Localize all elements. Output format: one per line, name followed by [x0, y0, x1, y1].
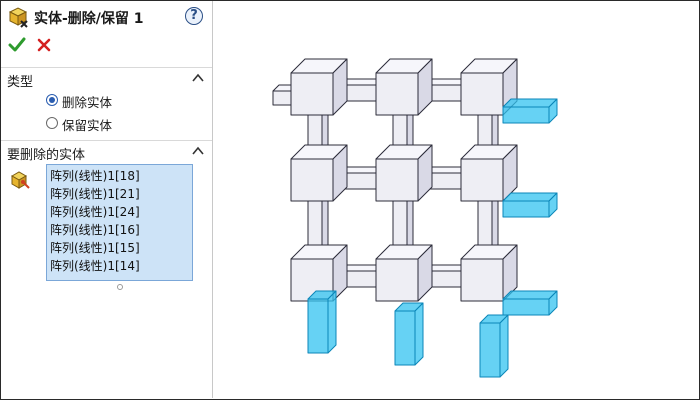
selected-arm-right-2-top[interactable]: [502, 290, 558, 300]
graphics-viewport[interactable]: [213, 1, 698, 398]
selected-arm-right-0-front[interactable]: [502, 106, 550, 124]
bodies-section-title: 要删除的实体: [7, 148, 86, 163]
selected-leg-0-side[interactable]: [327, 290, 337, 354]
solid-bodies-icon: [10, 171, 30, 189]
list-item[interactable]: 阵列(线性)1[16]: [50, 221, 140, 238]
collapse-chevron-icon[interactable]: [192, 73, 204, 83]
cube-3-front[interactable]: [290, 158, 334, 202]
cube-5-front[interactable]: [460, 158, 504, 202]
help-icon[interactable]: ?: [185, 7, 203, 25]
selected-arm-right-1-top[interactable]: [502, 192, 558, 202]
list-item[interactable]: 阵列(线性)1[21]: [50, 185, 140, 202]
cube-8-front[interactable]: [460, 258, 504, 302]
type-section-title: 类型: [7, 75, 34, 90]
selected-leg-0-front[interactable]: [307, 298, 329, 354]
list-item[interactable]: 阵列(线性)1[18]: [50, 167, 140, 184]
ok-check-icon[interactable]: [8, 36, 26, 54]
selected-arm-right-1-front[interactable]: [502, 200, 550, 218]
selected-leg-2-front[interactable]: [479, 322, 501, 378]
cube-2-front[interactable]: [460, 72, 504, 116]
list-resize-handle[interactable]: [117, 284, 123, 290]
radio-button[interactable]: [46, 117, 58, 129]
cube-4-front[interactable]: [375, 158, 419, 202]
bodies-section-header[interactable]: 要删除的实体: [1, 140, 212, 163]
collapse-chevron-icon[interactable]: [192, 146, 204, 156]
radio-label-keep: 保留实体: [62, 118, 113, 133]
list-item[interactable]: 阵列(线性)1[14]: [50, 257, 140, 274]
feature-icon: [8, 7, 28, 28]
feature-title: 实体-删除/保留 1: [34, 11, 144, 27]
selected-leg-1-side[interactable]: [414, 302, 424, 366]
selected-leg-2-side[interactable]: [499, 314, 509, 378]
radio-label-delete: 删除实体: [62, 95, 113, 110]
cube-1-front[interactable]: [375, 72, 419, 116]
list-item[interactable]: 阵列(线性)1[15]: [50, 239, 140, 256]
selected-arm-right-0-top[interactable]: [502, 98, 558, 108]
bodies-selection-list[interactable]: 阵列(线性)1[18] 阵列(线性)1[21] 阵列(线性)1[24] 阵列(线…: [46, 164, 193, 281]
cube-0-front[interactable]: [290, 72, 334, 116]
selected-leg-1-front[interactable]: [394, 310, 416, 366]
cancel-x-icon[interactable]: [36, 37, 52, 53]
feature-header: 实体-删除/保留 1 ?: [1, 1, 212, 33]
cube-7-front[interactable]: [375, 258, 419, 302]
radio-button-selected[interactable]: [46, 94, 58, 106]
type-section-header[interactable]: 类型: [1, 67, 212, 90]
property-manager-panel: 实体-删除/保留 1 ? 类型 删除实体 保留实体 要删除的实体 阵列(线性)1…: [1, 1, 213, 398]
model-lattice[interactable]: [213, 1, 698, 398]
selected-arm-right-2-front[interactable]: [502, 298, 550, 316]
list-item[interactable]: 阵列(线性)1[24]: [50, 203, 140, 220]
